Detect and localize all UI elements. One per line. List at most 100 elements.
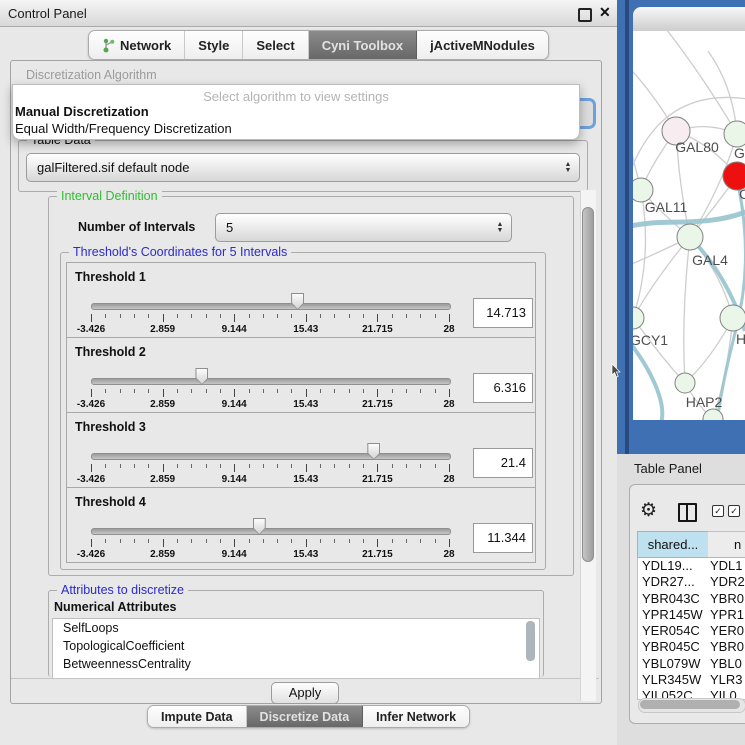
network-node-label: GAL4 — [692, 252, 728, 268]
network-node-label: GAL11 — [645, 199, 688, 215]
tab-jactivemnodules[interactable]: jActiveMNodules — [417, 31, 548, 59]
table-header-name[interactable]: n — [708, 531, 745, 558]
threshold-row: Threshold 1 -3.4262.8599.14415.4321.7152… — [66, 262, 536, 338]
slider-track[interactable] — [91, 453, 451, 460]
attributes-list-scrollbar[interactable] — [526, 621, 535, 661]
tick-mark — [363, 314, 364, 318]
attribute-list-item[interactable]: TopologicalCoefficient — [53, 637, 539, 655]
network-window-titlebar[interactable] — [633, 7, 745, 32]
tab-impute-data[interactable]: Impute Data — [148, 706, 247, 727]
table-row[interactable]: YBL079WYBL0 — [637, 656, 745, 672]
tick-mark — [148, 314, 149, 318]
threshold-value-field[interactable]: 11.344 — [473, 523, 533, 553]
tick-mark — [277, 539, 278, 543]
tick-mark — [206, 464, 207, 468]
tick-label: 15.43 — [293, 324, 318, 335]
tick-mark — [148, 539, 149, 543]
tab-select[interactable]: Select — [243, 31, 308, 59]
network-node-hap2-node[interactable] — [675, 373, 695, 393]
tick-mark — [177, 464, 178, 468]
tick-label: -3.426 — [77, 324, 105, 335]
table-cell: YDR27... — [642, 574, 695, 589]
network-edge — [633, 237, 690, 318]
tick-mark — [435, 539, 436, 543]
tick-mark — [406, 314, 407, 318]
tab-style[interactable]: Style — [185, 31, 243, 59]
table-row[interactable]: YBR045CYBR0 — [637, 639, 745, 655]
split-panel-icon[interactable] — [678, 503, 697, 522]
network-canvas[interactable]: GAL80GACGAL11GAL4GCY1HHAP2 — [633, 31, 745, 420]
tick-mark — [177, 389, 178, 393]
attribute-list-item[interactable]: BetweennessCentrality — [53, 655, 539, 673]
close-icon[interactable]: ✕ — [599, 4, 611, 21]
threshold-value-field[interactable]: 21.4 — [473, 448, 533, 478]
tick-mark — [363, 389, 364, 393]
panel-scrollbar-thumb[interactable] — [582, 207, 594, 562]
tick-mark — [349, 539, 350, 543]
slider-ticks — [91, 389, 449, 398]
slider-track[interactable] — [91, 528, 451, 535]
threshold-label: Threshold 2 — [75, 345, 146, 359]
settings-gear-icon[interactable]: ⚙ — [640, 499, 657, 522]
table-cell: YBR0 — [710, 639, 744, 654]
tick-mark — [320, 314, 321, 318]
tick-mark — [435, 314, 436, 318]
table-cell: YBR043C — [642, 591, 700, 606]
slider-tick-labels: -3.4262.8599.14415.4321.71528 — [91, 549, 449, 560]
numerical-attributes-list[interactable]: SelfLoopsTopologicalCoefficientBetweenne… — [52, 618, 540, 679]
tick-mark — [105, 539, 106, 543]
apply-button[interactable]: Apply — [271, 682, 339, 704]
table-row[interactable]: YIL052CYIL0 — [637, 688, 745, 698]
table-row[interactable]: YDL19...YDL1 — [637, 558, 745, 574]
tick-label: 2.859 — [150, 399, 175, 410]
checkbox-icon[interactable]: ✓ — [728, 505, 740, 517]
threshold-value-field[interactable]: 14.713 — [473, 298, 533, 328]
checkbox-icon[interactable]: ✓ — [712, 505, 724, 517]
tick-mark — [406, 389, 407, 393]
network-node-gcy1-node[interactable] — [633, 307, 644, 329]
table-cell: YIL052C — [642, 688, 693, 698]
tick-mark — [148, 464, 149, 468]
table-row[interactable]: YPR145WYPR1 — [637, 607, 745, 623]
table-header-shared[interactable]: shared... — [637, 531, 709, 558]
threshold-label: Threshold 3 — [75, 420, 146, 434]
tick-mark — [220, 464, 221, 468]
tick-mark — [363, 464, 364, 468]
tab-discretize-data[interactable]: Discretize Data — [247, 706, 364, 727]
table-row[interactable]: YDR27...YDR2 — [637, 574, 745, 590]
tick-mark — [291, 389, 292, 393]
table-row[interactable]: YER054CYER0 — [637, 623, 745, 639]
table-cell: YDL19... — [642, 558, 693, 573]
number-of-intervals-combobox[interactable]: 5 ▲▼ — [215, 213, 512, 242]
stepper-icon: ▲▼ — [562, 162, 574, 174]
tick-mark — [105, 314, 106, 318]
slider-track[interactable] — [91, 303, 451, 310]
tick-label: -3.426 — [77, 399, 105, 410]
algorithm-item-equal-width[interactable]: Equal Width/Frequency Discretization — [15, 121, 232, 136]
algorithm-placeholder-item[interactable]: Select algorithm to view settings — [13, 89, 579, 104]
threshold-value-field[interactable]: 6.316 — [473, 373, 533, 403]
tick-mark — [263, 464, 264, 468]
slider-track[interactable] — [91, 378, 451, 385]
algorithm-item-manual[interactable]: Manual Discretization — [15, 104, 149, 119]
attribute-list-item[interactable]: SelfLoops — [53, 619, 539, 637]
slider-ticks — [91, 314, 449, 323]
tick-mark — [120, 314, 121, 318]
table-data-combobox[interactable]: galFiltered.sif default node ▲▼ — [26, 153, 580, 182]
tab-cyni-toolbox[interactable]: Cyni Toolbox — [309, 31, 417, 59]
tab-infer-network[interactable]: Infer Network — [363, 706, 469, 727]
tick-mark — [134, 389, 135, 393]
float-window-icon[interactable] — [578, 8, 592, 22]
tick-mark — [134, 464, 135, 468]
network-node-top-right-node[interactable] — [724, 121, 745, 147]
tick-mark — [349, 389, 350, 393]
tab-network[interactable]: Network — [89, 31, 185, 59]
table-hscrollbar-thumb[interactable] — [640, 700, 740, 709]
threshold-label: Threshold 4 — [75, 495, 146, 509]
table-cell: YPR1 — [710, 607, 744, 622]
table-row[interactable]: YBR043CYBR0 — [637, 591, 745, 607]
network-node-gal4-node[interactable] — [677, 224, 703, 250]
table-row[interactable]: YLR345WYLR3 — [637, 672, 745, 688]
network-node-h-node[interactable] — [720, 305, 745, 331]
threshold-row: Threshold 3 -3.4262.8599.14415.4321.7152… — [66, 412, 536, 488]
